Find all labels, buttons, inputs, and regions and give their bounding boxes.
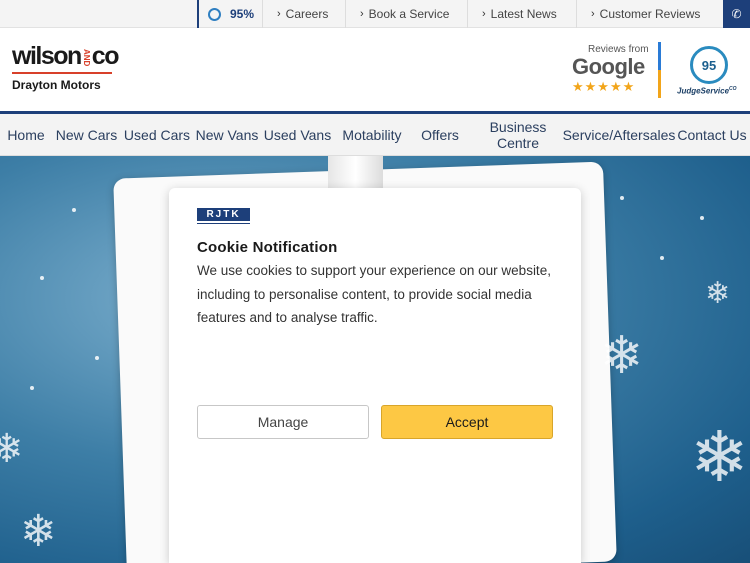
snow-dot	[700, 216, 704, 220]
logo-word: wilson	[12, 42, 82, 70]
cookie-body: We use cookies to support your experienc…	[197, 263, 551, 325]
nav-home[interactable]: Home	[0, 114, 52, 156]
manage-cookies-button[interactable]: Manage	[197, 405, 369, 439]
google-wordmark[interactable]: Google	[572, 54, 645, 80]
nav-used-cars[interactable]: Used Cars	[121, 114, 193, 156]
link-careers[interactable]: › Careers	[263, 0, 346, 28]
nav-contact-us[interactable]: Contact Us	[674, 114, 750, 156]
chevron-right-icon: ›	[482, 8, 486, 20]
rjtk-logo: RJTK	[197, 208, 250, 226]
snowflake-icon: ❄	[600, 326, 644, 386]
cookie-dialog: RJTK Cookie Notification We use cookies …	[169, 188, 581, 563]
nav-new-cars[interactable]: New Cars	[52, 114, 121, 156]
review-score[interactable]: 95%	[197, 0, 263, 28]
link-customer-reviews[interactable]: › Customer Reviews	[577, 0, 723, 28]
cookie-title: Cookie Notification	[197, 239, 338, 256]
nav-used-vans[interactable]: Used Vans	[261, 114, 334, 156]
rjtk-letters: RJTK	[197, 208, 250, 221]
rjtk-underline	[197, 223, 250, 224]
snow-dot	[620, 196, 624, 200]
rjtk-brand: RJTK	[197, 208, 250, 221]
judge-score: 95	[701, 57, 717, 73]
snow-dot	[40, 276, 44, 280]
logo-co: co	[91, 42, 120, 70]
snowflake-icon: ❄	[705, 276, 731, 311]
nav-offers[interactable]: Offers	[410, 114, 470, 156]
phone-button[interactable]: ✆	[723, 0, 750, 28]
snow-dot	[95, 356, 99, 360]
snowflake-icon: ❄	[690, 416, 749, 498]
nav-service-aftersales[interactable]: Service/Aftersales	[562, 114, 676, 156]
judge-service-badge[interactable]: 95	[690, 46, 728, 84]
snow-dot	[72, 208, 76, 212]
utility-bar: 95% › Careers › Book a Service › Latest …	[0, 0, 750, 28]
site-logo[interactable]: wilsonANDco	[12, 42, 120, 71]
logo-underline	[12, 72, 112, 74]
link-latest-news[interactable]: › Latest News	[468, 0, 577, 28]
chevron-right-icon: ›	[360, 8, 364, 20]
google-stars-icon: ★★★★★	[572, 79, 636, 94]
snowflake-icon: ❄	[0, 426, 24, 472]
phone-icon: ✆	[731, 7, 742, 21]
site-header: wilsonANDco Drayton Motors Reviews from …	[0, 28, 750, 114]
review-score-value: 95%	[230, 7, 255, 21]
accept-cookies-button[interactable]: Accept	[381, 405, 553, 439]
judge-service-label-text: JudgeService	[677, 86, 730, 96]
link-book-service-label: Book a Service	[368, 7, 450, 21]
judge-service-label: JudgeServiceCO	[677, 86, 737, 96]
snow-dot	[30, 386, 34, 390]
logo-and: AND	[81, 48, 91, 67]
link-book-service[interactable]: › Book a Service	[346, 0, 468, 28]
nav-new-vans[interactable]: New Vans	[193, 114, 261, 156]
snowflake-icon: ❄	[20, 506, 57, 557]
link-careers-label: Careers	[285, 7, 329, 21]
score-ring-icon	[208, 7, 221, 21]
chevron-right-icon: ›	[277, 8, 281, 20]
link-customer-reviews-label: Customer Reviews	[599, 7, 701, 21]
main-nav: Home New Cars Used Cars New Vans Used Va…	[0, 114, 750, 156]
badge-divider	[658, 42, 661, 98]
logo-subtitle: Drayton Motors	[12, 78, 101, 92]
nav-motability[interactable]: Motability	[334, 114, 410, 156]
nav-business-centre[interactable]: Business Centre	[478, 114, 558, 156]
chevron-right-icon: ›	[591, 8, 595, 20]
snow-dot	[660, 256, 664, 260]
link-latest-news-label: Latest News	[490, 7, 557, 21]
